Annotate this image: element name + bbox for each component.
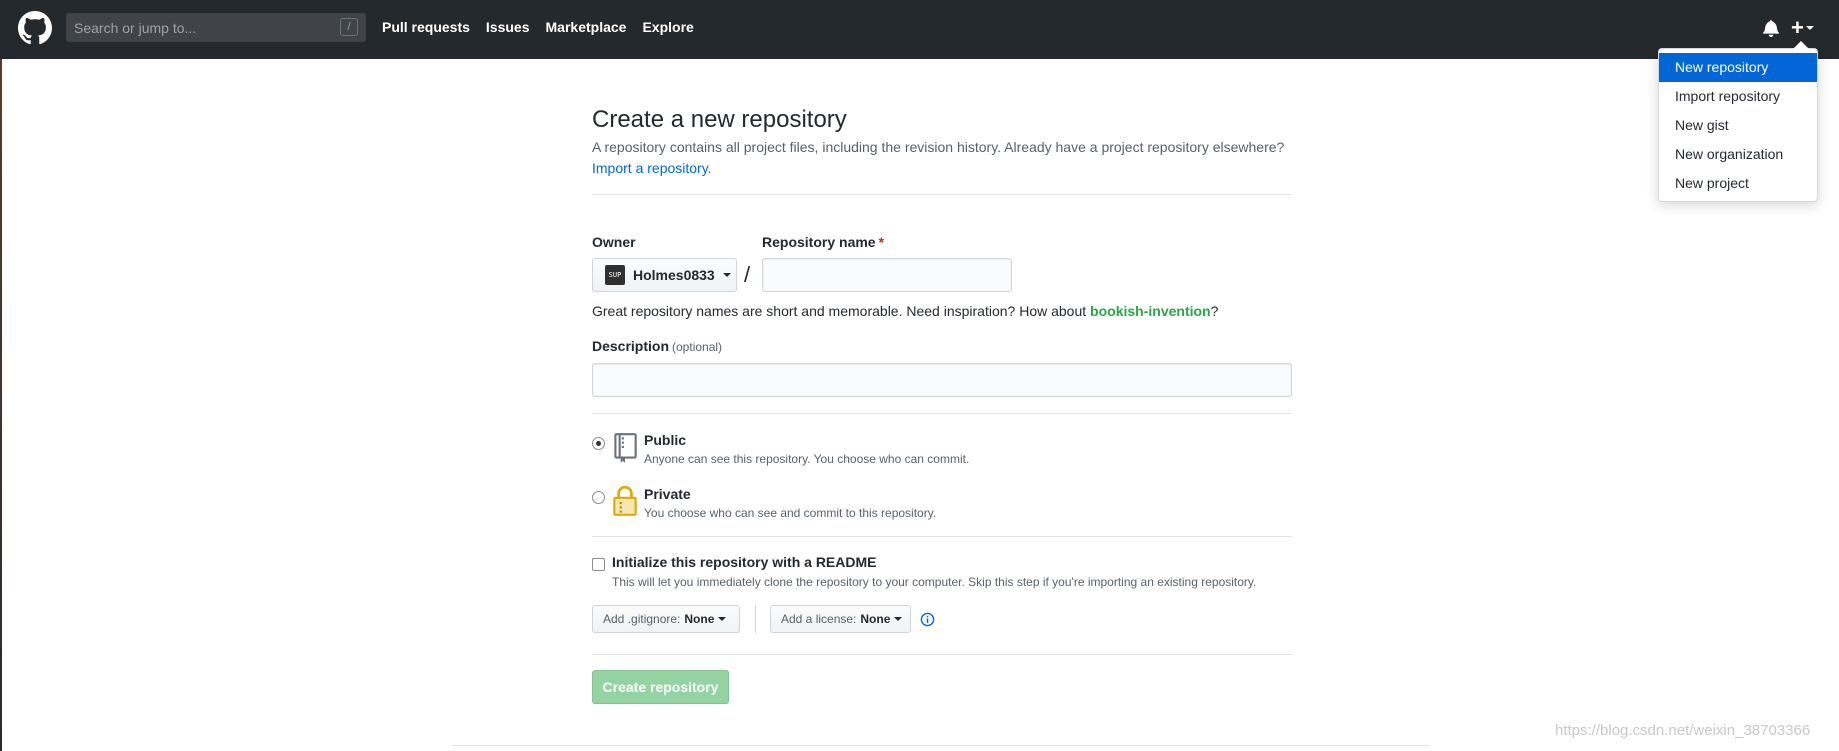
create-new-dropdown: New repository Import repository New gis… — [1658, 41, 1818, 202]
optional-note: (optional) — [672, 340, 723, 354]
init-readme-checkbox[interactable] — [592, 558, 605, 571]
dropdown-new-gist[interactable]: New gist — [1659, 111, 1817, 140]
description-input[interactable] — [592, 363, 1292, 397]
select-separator — [755, 605, 756, 633]
nav-issues[interactable]: Issues — [486, 19, 530, 35]
private-title: Private — [644, 486, 691, 502]
search-shortcut-key: / — [340, 18, 358, 36]
repo-name-label: Repository name * — [762, 234, 884, 250]
caret-down-icon — [894, 617, 903, 621]
description-label: Description (optional) — [592, 338, 722, 354]
license-label: Add a license: — [781, 612, 857, 626]
private-radio[interactable] — [592, 491, 605, 504]
private-note: You choose who can see and commit to thi… — [644, 506, 937, 520]
dropdown-new-repository[interactable]: New repository — [1659, 53, 1817, 82]
search-input[interactable] — [66, 13, 366, 42]
page-description: A repository contains all project files,… — [592, 139, 1285, 155]
nav-explore[interactable]: Explore — [642, 19, 693, 35]
create-new-button[interactable]: + — [1791, 16, 1821, 40]
init-readme-note: This will let you immediately clone the … — [612, 575, 1257, 589]
owner-label: Owner — [592, 234, 636, 250]
plus-icon: + — [1791, 15, 1804, 40]
name-suggestion-link[interactable]: bookish-invention — [1090, 303, 1211, 319]
left-edge-shadow — [0, 59, 2, 751]
info-icon[interactable] — [920, 612, 935, 627]
hint-suffix: ? — [1210, 303, 1219, 319]
avatar: SUP — [605, 265, 625, 285]
page-title: Create a new repository — [592, 106, 847, 133]
dropdown-new-organization[interactable]: New organization — [1659, 140, 1817, 169]
repo-name-hint: Great repository names are short and mem… — [592, 303, 1218, 319]
hint-text: Great repository names are short and mem… — [592, 303, 1091, 319]
license-select[interactable]: Add a license: None — [770, 605, 911, 633]
watermark-text: https://blog.csdn.net/weixin_38703366 — [1555, 722, 1811, 739]
owner-name: Holmes0833 — [633, 267, 715, 283]
gitignore-label: Add .gitignore: — [603, 612, 681, 626]
required-mark: * — [878, 234, 885, 250]
import-repository-link[interactable]: Import a repository. — [592, 160, 712, 176]
gitignore-value: None — [684, 612, 715, 626]
dropdown-new-project[interactable]: New project — [1659, 169, 1817, 198]
description-label-text: Description — [592, 338, 670, 354]
global-header: / Pull requests Issues Marketplace Explo… — [0, 0, 1839, 59]
divider — [592, 536, 1292, 537]
gitignore-select[interactable]: Add .gitignore: None — [592, 605, 740, 633]
init-readme-title: Initialize this repository with a README — [612, 554, 877, 570]
repository-name-input[interactable] — [762, 258, 1012, 292]
repo-name-label-text: Repository name — [762, 234, 876, 250]
divider — [592, 413, 1292, 414]
public-title: Public — [644, 432, 687, 448]
lock-icon — [613, 485, 637, 516]
owner-select[interactable]: SUP Holmes0833 — [592, 258, 737, 292]
github-logo-icon[interactable] — [18, 11, 52, 45]
public-radio[interactable] — [592, 437, 605, 450]
notifications-bell-icon[interactable] — [1763, 19, 1779, 37]
dropdown-import-repository[interactable]: Import repository — [1659, 82, 1817, 111]
nav-marketplace[interactable]: Marketplace — [546, 19, 627, 35]
search-box: / — [66, 13, 366, 42]
caret-down-icon — [1805, 26, 1814, 30]
license-value: None — [860, 612, 891, 626]
footer-divider — [452, 745, 1430, 746]
nav-pull-requests[interactable]: Pull requests — [382, 19, 470, 35]
public-note: Anyone can see this repository. You choo… — [644, 452, 970, 466]
caret-down-icon — [722, 273, 731, 277]
caret-down-icon — [718, 617, 727, 621]
divider — [592, 654, 1292, 655]
owner-repo-separator: / — [744, 262, 751, 287]
repo-book-icon — [614, 433, 637, 463]
header-nav: Pull requests Issues Marketplace Explore — [382, 19, 694, 35]
divider — [592, 194, 1292, 195]
create-repository-button[interactable]: Create repository — [592, 670, 729, 704]
